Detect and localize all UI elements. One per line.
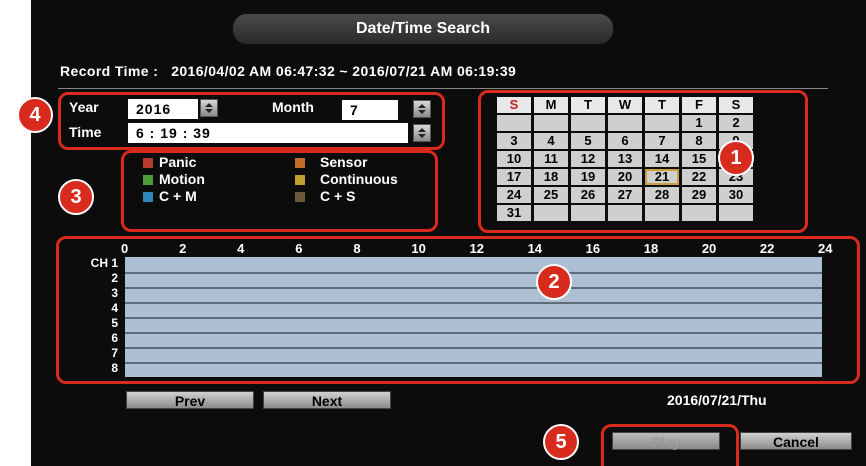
record-time-label: Record Time : [60, 63, 159, 79]
cancel-button[interactable]: Cancel [740, 432, 852, 450]
record-time: Record Time : 2016/04/02 AM 06:47:32 ~ 2… [60, 63, 516, 79]
divider [58, 88, 828, 89]
callout-box-3 [121, 150, 438, 232]
callout-badge-1: 1 [718, 140, 754, 176]
callout-box-2 [56, 236, 860, 384]
callout-box-4 [58, 92, 445, 150]
selected-date-display: 2016/07/21/Thu [667, 392, 767, 408]
window-title: Date/Time Search [232, 13, 614, 45]
callout-badge-3: 3 [58, 179, 94, 215]
callout-badge-2: 2 [536, 264, 572, 300]
prev-button[interactable]: Prev [126, 391, 254, 409]
callout-box-5 [601, 424, 739, 466]
next-button[interactable]: Next [263, 391, 391, 409]
callout-badge-4: 4 [17, 97, 53, 133]
callout-box-1 [478, 90, 808, 233]
record-time-value: 2016/04/02 AM 06:47:32 ~ 2016/07/21 AM 0… [171, 63, 517, 79]
callout-badge-5: 5 [543, 424, 579, 460]
